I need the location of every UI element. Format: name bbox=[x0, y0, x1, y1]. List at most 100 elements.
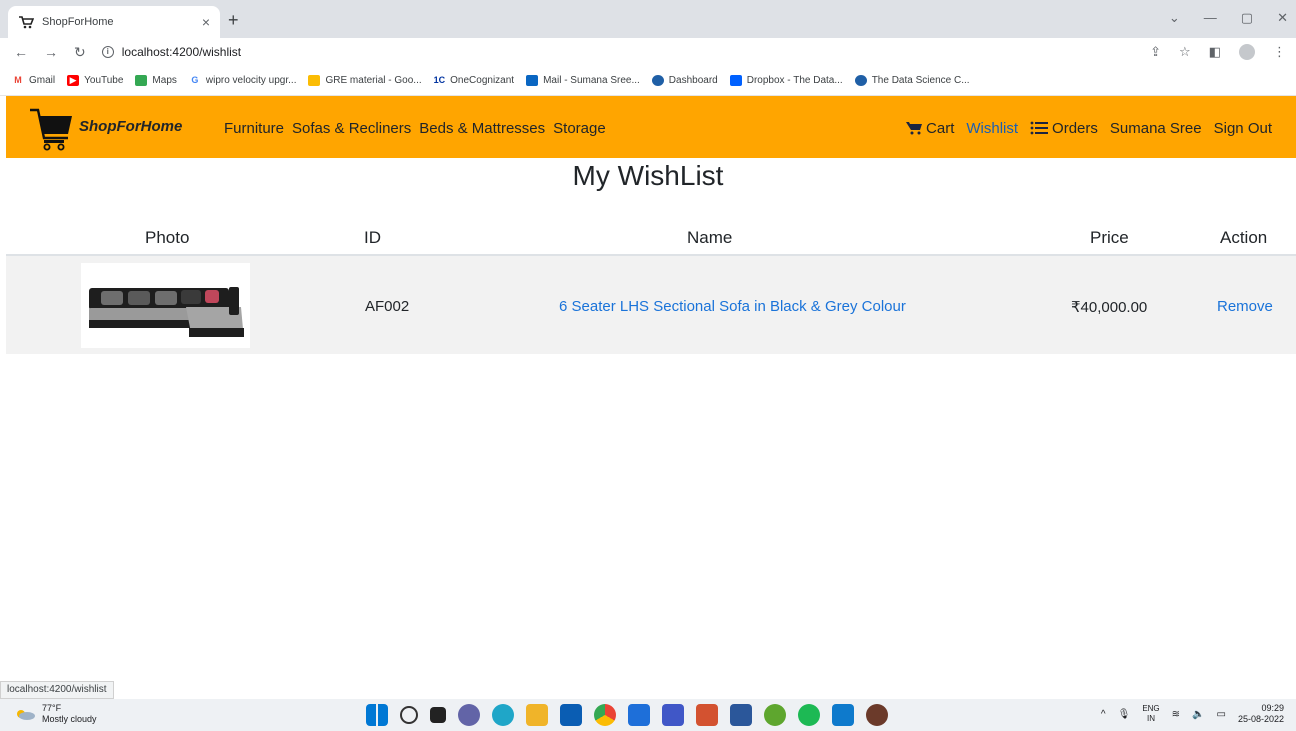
task-view-icon[interactable] bbox=[430, 707, 446, 723]
nav-account: Cart Wishlist Orders Sumana Sree Sign Ou… bbox=[906, 120, 1272, 137]
nav-orders[interactable]: Orders bbox=[1030, 120, 1098, 137]
page-title: My WishList bbox=[572, 160, 724, 191]
bookmark-gmail[interactable]: M Gmail bbox=[12, 75, 55, 86]
header-name: Name bbox=[687, 228, 733, 247]
powerpoint-icon[interactable] bbox=[696, 704, 718, 726]
tab-search-icon[interactable]: ⌄ bbox=[1169, 10, 1180, 26]
table-header: Photo ID Name Price Action bbox=[6, 220, 1296, 256]
file-explorer-icon[interactable] bbox=[526, 704, 548, 726]
list-icon bbox=[1030, 121, 1049, 135]
store-icon[interactable] bbox=[628, 704, 650, 726]
bookmark-dashboard[interactable]: Dashboard bbox=[651, 75, 718, 86]
nav-sofas-recliners[interactable]: Sofas & Recliners bbox=[292, 120, 411, 137]
teams-chat-icon[interactable] bbox=[458, 704, 480, 726]
nav-user[interactable]: Sumana Sree bbox=[1110, 120, 1202, 137]
product-id: AF002 bbox=[365, 298, 410, 315]
wifi-icon[interactable]: ≋ bbox=[1172, 709, 1180, 720]
bookmark-wipro[interactable]: Gwipro velocity upgr... bbox=[189, 75, 296, 86]
taskbar-apps bbox=[366, 704, 888, 726]
bookmark-mail[interactable]: Mail - Sumana Sree... bbox=[526, 75, 640, 86]
url-field[interactable]: i localhost:4200/wishlist bbox=[101, 45, 242, 59]
bookmarks-bar: M Gmail ▶ YouTube Maps Gwipro velocity upg… bbox=[0, 66, 1296, 96]
table-row: AF002 6 Seater LHS Sectional Sofa in Bla… bbox=[6, 256, 1296, 354]
url-text: localhost:4200/wishlist bbox=[121, 45, 242, 59]
app-navbar: ShopForHome Furniture Sofas & Recliners … bbox=[6, 96, 1296, 158]
bookmark-onecognizant[interactable]: 1C OneCognizant bbox=[434, 75, 514, 86]
nav-categories: Furniture Sofas & Recliners Beds & Mattr… bbox=[224, 120, 606, 137]
bookmark-star-icon[interactable]: ☆ bbox=[1179, 44, 1191, 60]
onecognizant-icon: 1C bbox=[433, 75, 446, 85]
header-id: ID bbox=[364, 228, 381, 247]
bookmark-gre[interactable]: GRE material - Goo... bbox=[308, 75, 422, 86]
product-name-link[interactable]: 6 Seater LHS Sectional Sofa in Black & G… bbox=[559, 298, 906, 315]
brand-name[interactable]: ShopForHome bbox=[79, 118, 182, 135]
cart-logo-icon[interactable] bbox=[28, 104, 74, 152]
maps-icon bbox=[135, 75, 148, 86]
address-bar: ← → ↻ i localhost:4200/wishlist ⇪ ☆ ◧ ⋮ bbox=[0, 38, 1296, 66]
language-indicator[interactable]: ENG IN bbox=[1142, 704, 1159, 724]
menu-dots-icon[interactable]: ⋮ bbox=[1273, 44, 1286, 60]
info-icon[interactable]: i bbox=[101, 46, 114, 58]
forward-icon[interactable]: → bbox=[44, 44, 58, 60]
bookmark-maps[interactable]: Maps bbox=[135, 75, 177, 86]
reload-icon[interactable]: ↻ bbox=[74, 44, 86, 61]
product-price: ₹40,000.00 bbox=[1071, 299, 1148, 316]
nav-cart[interactable]: Cart bbox=[906, 120, 954, 137]
nav-wishlist[interactable]: Wishlist bbox=[966, 120, 1018, 137]
volume-icon[interactable]: 🔈 bbox=[1192, 709, 1204, 720]
bookmark-datascience[interactable]: The Data Science C... bbox=[854, 75, 970, 86]
windows-taskbar: 77°F Mostly cloudy ^ 🎙 ENG IN ≋ 🔈 ▭ 09:2… bbox=[0, 699, 1296, 731]
clock[interactable]: 09:29 25-08-2022 bbox=[1238, 703, 1284, 725]
weather-widget[interactable]: 77°F Mostly cloudy bbox=[14, 703, 97, 725]
header-photo: Photo bbox=[145, 228, 190, 247]
edge-icon[interactable] bbox=[492, 704, 514, 726]
tab-strip: ShopForHome × + ⌄ — ▢ ✕ bbox=[0, 0, 1296, 38]
datascience-icon bbox=[854, 75, 867, 86]
minimize-icon[interactable]: — bbox=[1204, 10, 1217, 26]
new-tab-button[interactable]: + bbox=[228, 10, 239, 31]
close-window-icon[interactable]: ✕ bbox=[1277, 10, 1288, 26]
sofa-image bbox=[89, 287, 244, 337]
vscode-icon[interactable] bbox=[832, 704, 854, 726]
nav-beds-mattresses[interactable]: Beds & Mattresses bbox=[419, 120, 545, 137]
remove-button[interactable]: Remove bbox=[1217, 298, 1273, 315]
tray-chevron-icon[interactable]: ^ bbox=[1101, 709, 1106, 720]
tab-title: ShopForHome bbox=[42, 16, 114, 28]
weather-desc: Mostly cloudy bbox=[42, 714, 97, 724]
profile-avatar[interactable] bbox=[1239, 44, 1255, 60]
tab-close-icon[interactable]: × bbox=[202, 14, 210, 30]
youtube-icon: ▶ bbox=[67, 75, 80, 86]
drive-icon bbox=[308, 75, 321, 86]
share-icon[interactable]: ⇪ bbox=[1150, 44, 1161, 60]
side-panel-icon[interactable]: ◧ bbox=[1209, 44, 1221, 60]
cloud-sun-icon bbox=[17, 710, 35, 720]
windows-start-icon[interactable] bbox=[366, 704, 388, 726]
chrome-icon[interactable] bbox=[594, 704, 616, 726]
battery-icon[interactable]: ▭ bbox=[1217, 709, 1226, 720]
google-icon: G bbox=[191, 75, 199, 85]
wishlist-table: Photo ID Name Price Action AF002 6 Seate… bbox=[6, 220, 1296, 354]
nav-furniture[interactable]: Furniture bbox=[224, 120, 284, 137]
app-icon[interactable] bbox=[662, 704, 684, 726]
gmail-icon: M bbox=[14, 75, 22, 85]
outlook-icon bbox=[526, 75, 539, 86]
maximize-icon[interactable]: ▢ bbox=[1241, 10, 1253, 26]
address-actions: ⇪ ☆ ◧ ⋮ bbox=[1150, 44, 1286, 60]
back-icon[interactable]: ← bbox=[14, 44, 28, 60]
search-icon[interactable] bbox=[400, 706, 418, 724]
status-url: localhost:4200/wishlist bbox=[0, 681, 114, 699]
dashboard-icon bbox=[651, 75, 664, 86]
spotify-icon[interactable] bbox=[798, 704, 820, 726]
bookmark-dropbox[interactable]: Dropbox - The Data... bbox=[729, 75, 843, 86]
app-badge-icon[interactable] bbox=[866, 704, 888, 726]
weather-temp: 77°F bbox=[42, 703, 62, 713]
bookmark-youtube[interactable]: ▶ YouTube bbox=[67, 75, 123, 86]
browser-tab[interactable]: ShopForHome × bbox=[8, 6, 220, 38]
nav-storage[interactable]: Storage bbox=[553, 120, 606, 137]
game-icon[interactable] bbox=[764, 704, 786, 726]
mail-icon[interactable] bbox=[560, 704, 582, 726]
word-icon[interactable] bbox=[730, 704, 752, 726]
microphone-icon[interactable]: 🎙 bbox=[1118, 709, 1131, 720]
cart-icon bbox=[906, 122, 923, 135]
nav-signout[interactable]: Sign Out bbox=[1214, 120, 1272, 137]
